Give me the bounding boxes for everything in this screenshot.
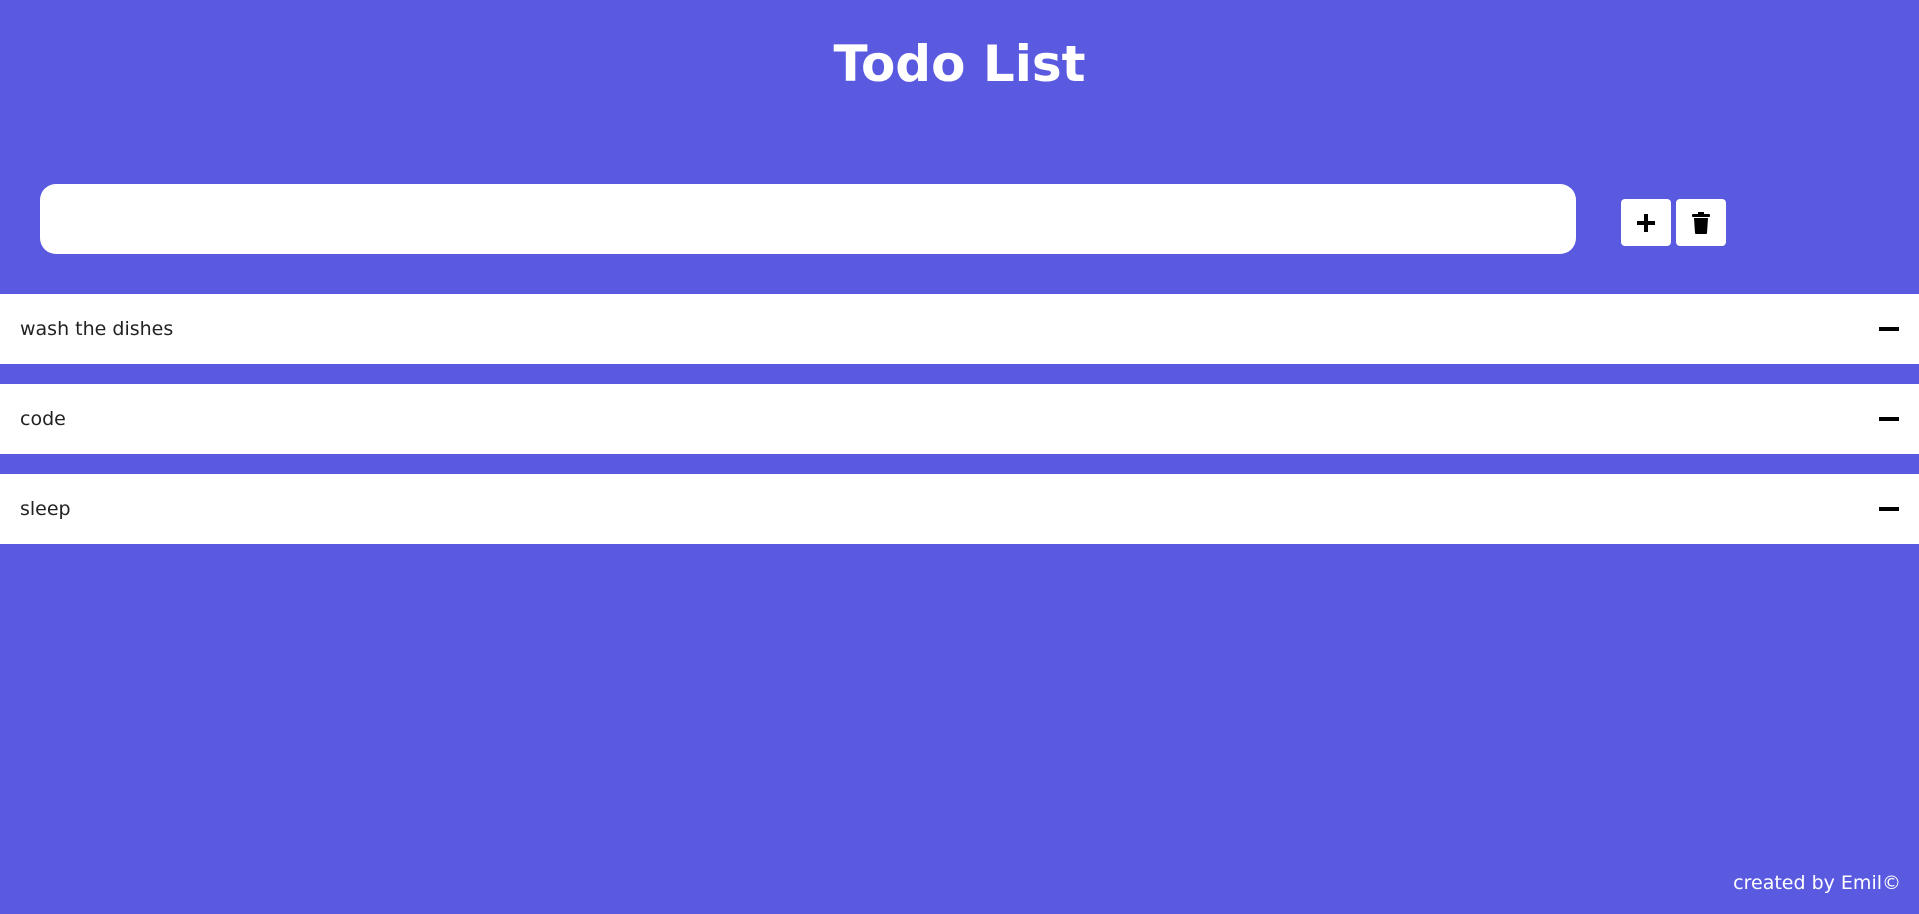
minus-icon <box>1879 507 1899 511</box>
todo-input[interactable] <box>40 184 1576 254</box>
clear-todos-button[interactable] <box>1676 199 1726 246</box>
remove-todo-button[interactable] <box>1859 384 1919 454</box>
add-todo-button[interactable] <box>1621 199 1671 246</box>
remove-todo-button[interactable] <box>1859 474 1919 544</box>
remove-todo-button[interactable] <box>1859 294 1919 364</box>
page-title: Todo List <box>833 35 1086 93</box>
trash-icon <box>1692 211 1710 234</box>
todo-list: wash the dishes code sleep <box>0 294 1919 564</box>
plus-icon <box>1637 213 1655 232</box>
todo-text: code <box>20 408 66 430</box>
todo-item: code <box>0 384 1919 454</box>
todo-item: sleep <box>0 474 1919 544</box>
minus-icon <box>1879 417 1899 421</box>
footer-credit: created by Emil© <box>1733 872 1901 894</box>
minus-icon <box>1879 327 1899 331</box>
app-page: Todo List wash the dishes code sleep creat… <box>0 0 1919 914</box>
todo-text: wash the dishes <box>20 318 174 340</box>
todo-text: sleep <box>20 498 71 520</box>
todo-item: wash the dishes <box>0 294 1919 364</box>
